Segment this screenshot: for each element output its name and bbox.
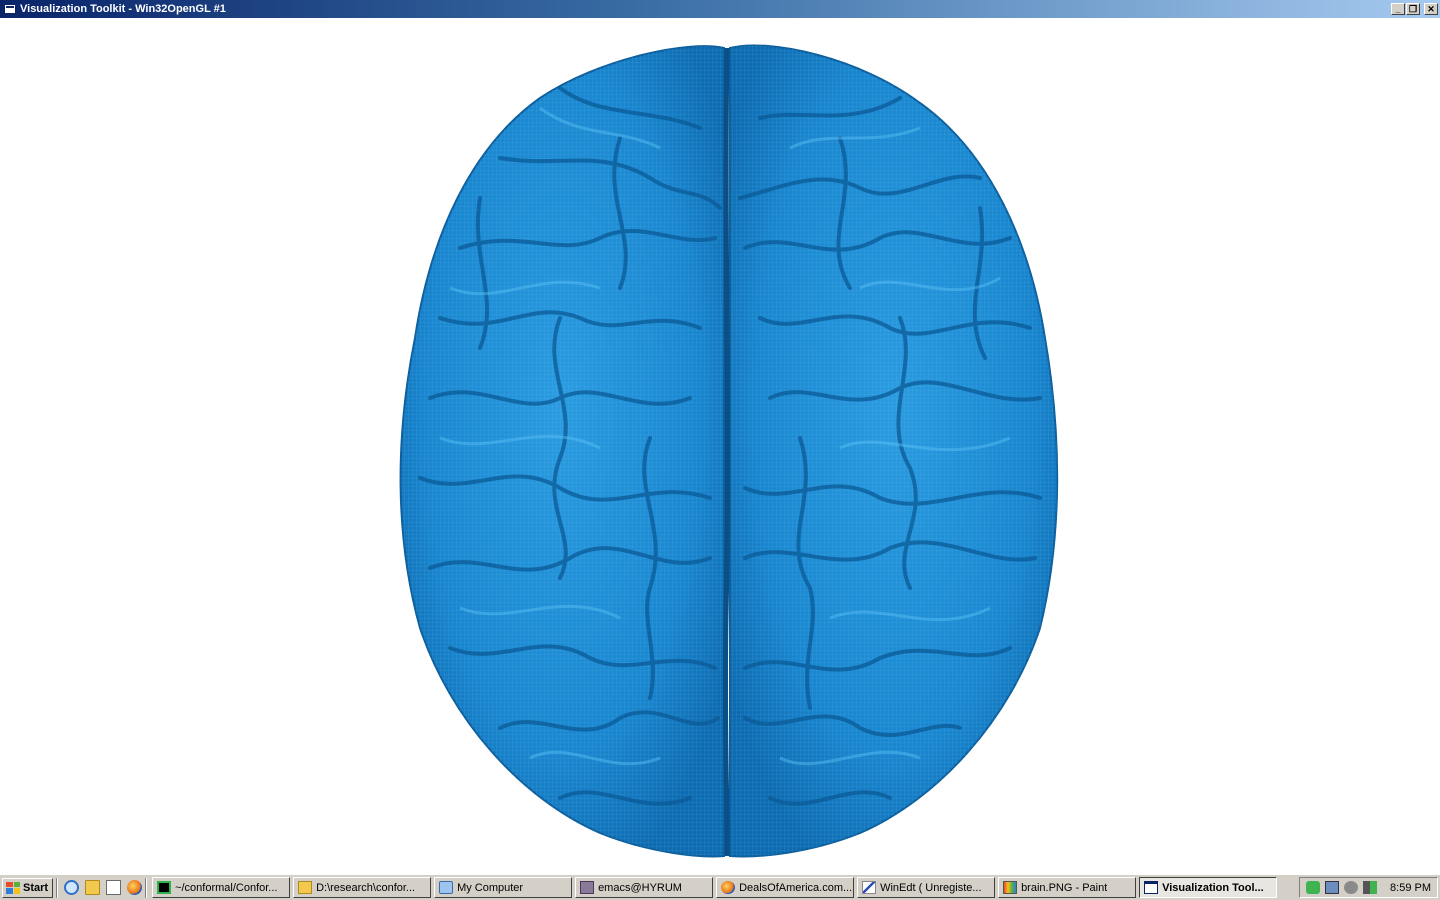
task-winedt[interactable]: WinEdt ( Unregiste... bbox=[857, 877, 996, 898]
firefox-icon[interactable] bbox=[127, 880, 143, 895]
app-window-icon[interactable] bbox=[4, 4, 16, 14]
paint-icon bbox=[1003, 881, 1018, 894]
task-label: Visualization Tool... bbox=[1162, 881, 1264, 894]
computer-icon bbox=[439, 881, 454, 894]
task-my-computer[interactable]: My Computer bbox=[434, 877, 573, 898]
task-visualization-toolkit[interactable]: Visualization Tool... bbox=[1139, 877, 1278, 898]
task-label: emacs@HYRUM bbox=[598, 881, 682, 894]
speaker-icon[interactable] bbox=[1363, 881, 1378, 894]
folder-icon[interactable] bbox=[85, 880, 101, 895]
winedt-icon bbox=[862, 881, 877, 894]
taskbar-separator bbox=[145, 877, 148, 898]
minimize-button[interactable]: _ bbox=[1391, 3, 1405, 15]
task-explorer[interactable]: D:\research\confor... bbox=[293, 877, 432, 898]
task-paint[interactable]: brain.PNG - Paint bbox=[998, 877, 1137, 898]
task-label: DealsOfAmerica.com... bbox=[739, 881, 853, 894]
ie-icon[interactable] bbox=[64, 880, 80, 895]
emacs-icon bbox=[580, 881, 595, 894]
system-tray: 8:59 PM bbox=[1299, 877, 1438, 898]
longitudinal-fissure bbox=[722, 47, 730, 857]
task-terminal[interactable]: ~/conformal/Confor... bbox=[152, 877, 291, 898]
task-firefox[interactable]: DealsOfAmerica.com... bbox=[716, 877, 855, 898]
window-icon bbox=[1144, 881, 1159, 894]
network-icon[interactable] bbox=[1306, 881, 1321, 894]
notepad-icon[interactable] bbox=[106, 880, 122, 895]
clock[interactable]: 8:59 PM bbox=[1390, 882, 1431, 894]
folder-icon bbox=[298, 881, 313, 894]
task-label: WinEdt ( Unregiste... bbox=[880, 881, 982, 894]
task-label: My Computer bbox=[457, 881, 524, 894]
monitor-icon[interactable] bbox=[1325, 881, 1340, 894]
start-label: Start bbox=[23, 881, 49, 894]
window-title: Visualization Toolkit - Win32OpenGL #1 bbox=[20, 3, 226, 15]
task-list: ~/conformal/Confor... D:\research\confor… bbox=[152, 877, 1278, 898]
task-label: ~/conformal/Confor... bbox=[175, 881, 278, 894]
taskbar: Start ~/conformal/Confor... D:\research\… bbox=[0, 874, 1440, 900]
render-viewport[interactable] bbox=[0, 18, 1440, 874]
window-title-bar[interactable]: Visualization Toolkit - Win32OpenGL #1 _… bbox=[0, 0, 1440, 18]
quick-launch bbox=[64, 880, 143, 895]
start-button[interactable]: Start bbox=[2, 877, 54, 898]
terminal-icon bbox=[157, 881, 172, 894]
task-label: D:\research\confor... bbox=[316, 881, 416, 894]
brain-mesh[interactable] bbox=[0, 18, 1440, 874]
firefox-icon bbox=[721, 881, 736, 894]
taskbar-separator bbox=[56, 877, 59, 898]
windows-logo-icon bbox=[6, 881, 20, 894]
restore-button[interactable]: ❐ bbox=[1406, 3, 1420, 15]
shield-icon[interactable] bbox=[1344, 881, 1359, 894]
task-label: brain.PNG - Paint bbox=[1021, 881, 1108, 894]
task-emacs[interactable]: emacs@HYRUM bbox=[575, 877, 714, 898]
close-button[interactable]: ✕ bbox=[1424, 3, 1438, 15]
